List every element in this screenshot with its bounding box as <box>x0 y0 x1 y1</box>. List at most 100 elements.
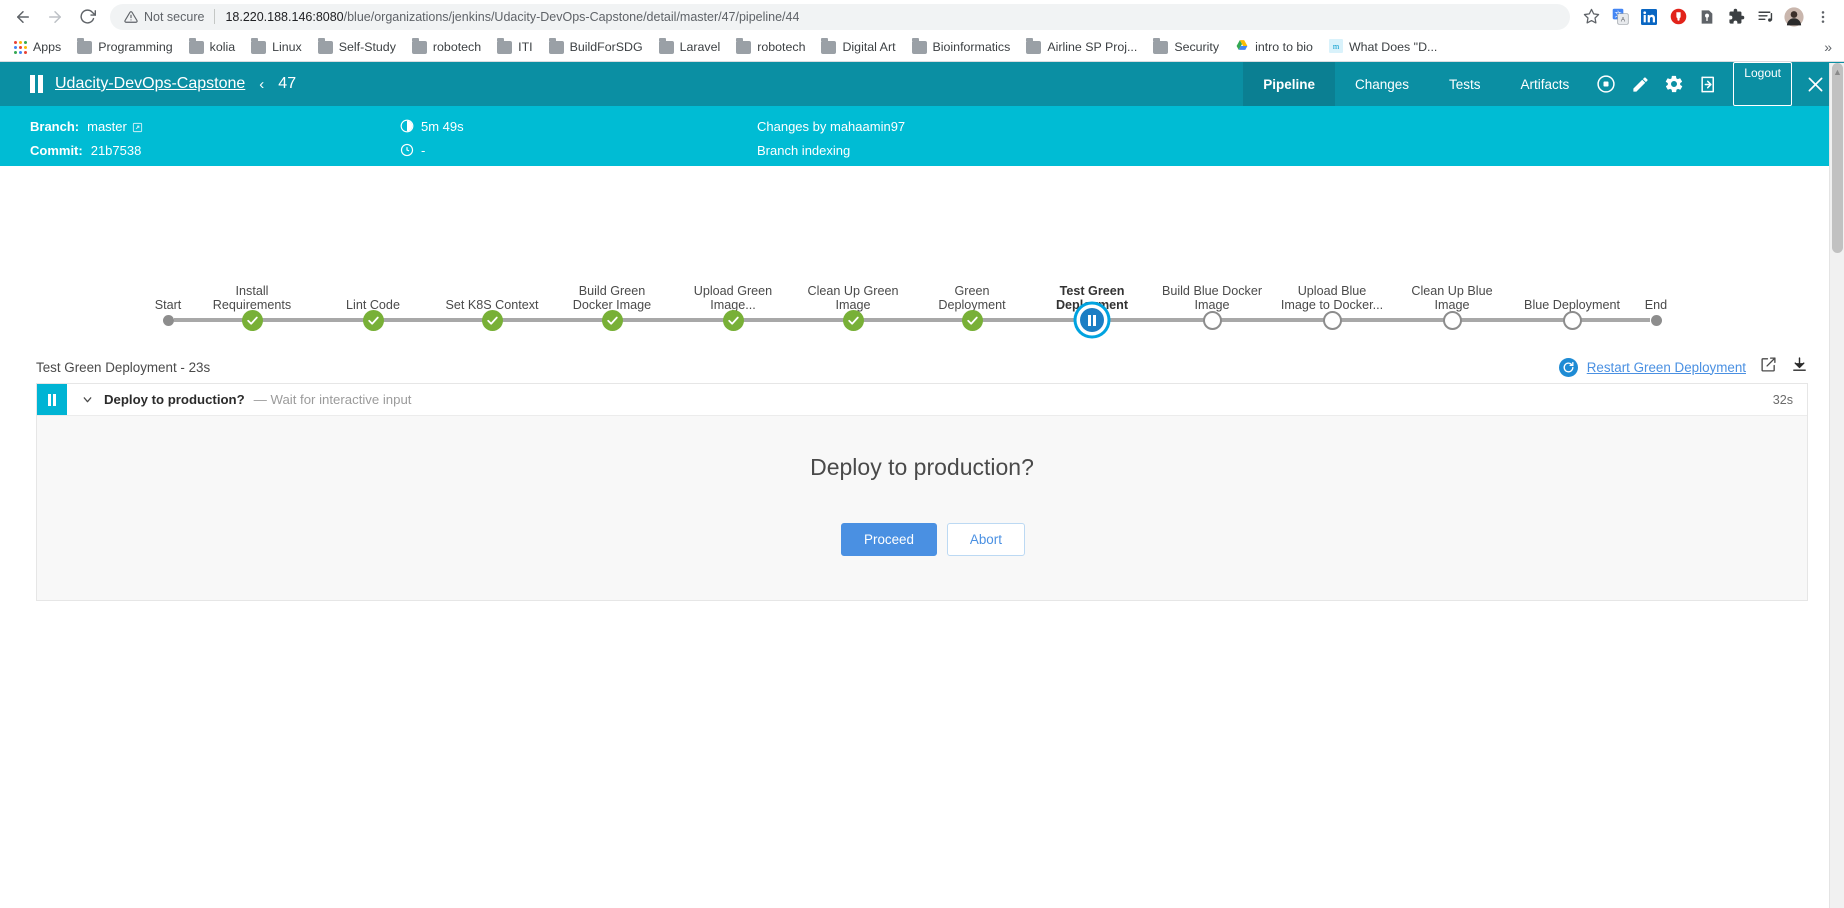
linkedin-icon[interactable] <box>1636 4 1662 30</box>
bookmark-airline-sp-proj[interactable]: Airline SP Proj... <box>1018 37 1145 57</box>
bookmark-self-study[interactable]: Self-Study <box>310 37 404 57</box>
bookmark-kolia[interactable]: kolia <box>181 37 243 57</box>
open-external-icon[interactable] <box>1760 356 1777 378</box>
commit-value[interactable]: 21b7538 <box>91 143 142 158</box>
bookmark-buildforsdg[interactable]: BuildForSDG <box>541 37 651 57</box>
folder-icon <box>251 38 267 54</box>
pipeline-stage[interactable]: Lint Code <box>313 166 433 335</box>
abort-button[interactable]: Abort <box>946 523 1025 556</box>
bookmark-label: Self-Study <box>338 40 396 54</box>
duration-icon <box>400 119 414 136</box>
forward-arrow-icon[interactable] <box>40 2 70 32</box>
pipeline-node-pending[interactable] <box>1557 305 1587 335</box>
profile-avatar[interactable] <box>1781 4 1807 30</box>
pipeline-node-pending[interactable] <box>1437 305 1467 335</box>
pipeline-node-terminal[interactable] <box>153 305 183 335</box>
step-row[interactable]: Deploy to production? — Wait for interac… <box>37 384 1807 416</box>
tab-pipeline[interactable]: Pipeline <box>1243 62 1335 106</box>
stop-circle-icon[interactable] <box>1589 62 1623 106</box>
chevron-down-icon[interactable] <box>67 384 104 415</box>
pipeline-stage[interactable]: End <box>1596 166 1716 335</box>
pipeline-stage[interactable]: Set K8S Context <box>432 166 552 335</box>
bookmark-apps[interactable]: Apps <box>6 37 69 57</box>
pipeline-node-success[interactable] <box>477 305 507 335</box>
pipeline-stage[interactable]: Build Blue Docker Image <box>1152 166 1272 335</box>
bookmark-bioinformatics[interactable]: Bioinformatics <box>904 37 1019 57</box>
project-name-link[interactable]: Udacity-DevOps-Capstone <box>55 75 245 93</box>
bookmark-what-does-d[interactable]: m What Does "D... <box>1321 36 1445 59</box>
bookmark-label: Apps <box>33 40 62 54</box>
adblock-icon[interactable] <box>1665 4 1691 30</box>
pipeline-node-terminal[interactable] <box>1641 305 1671 335</box>
download-icon[interactable] <box>1791 356 1808 378</box>
chrome-menu-icon[interactable] <box>1810 4 1836 30</box>
extensions-puzzle-icon[interactable] <box>1723 4 1749 30</box>
bookmark-intro-to-bio[interactable]: intro to bio <box>1227 36 1321 58</box>
pipeline-node-success[interactable] <box>838 305 868 335</box>
page-scrollbar[interactable]: ▲ <box>1829 63 1844 908</box>
omnibox-divider <box>214 9 216 24</box>
bookmark-robotech-2[interactable]: robotech <box>728 37 813 57</box>
pipeline-graph-inner: Start Install Requirements Lint Code Set K8S… <box>0 166 1844 351</box>
external-link-icon[interactable] <box>132 121 143 136</box>
google-translate-icon[interactable]: 文A <box>1607 4 1633 30</box>
reload-icon[interactable] <box>72 2 102 32</box>
pipeline-node-paused[interactable] <box>1077 305 1107 335</box>
tab-changes[interactable]: Changes <box>1335 62 1429 106</box>
gear-icon[interactable] <box>1657 62 1691 106</box>
lastpass-icon[interactable] <box>1694 4 1720 30</box>
time-info: - <box>400 143 425 160</box>
edit-pencil-icon[interactable] <box>1623 62 1657 106</box>
not-secure-warning-icon <box>124 10 138 24</box>
pipeline-node-success[interactable] <box>237 305 267 335</box>
stage-log-section: Test Green Deployment - 23s Restart Gree… <box>0 351 1844 601</box>
step-subtitle: — Wait for interactive input <box>253 392 412 407</box>
playlist-icon[interactable] <box>1752 4 1778 30</box>
url-path: /blue/organizations/jenkins/Udacity-DevO… <box>343 9 800 24</box>
pipeline-stage[interactable]: Test Green Deployment <box>1032 166 1152 335</box>
folder-icon <box>317 38 333 54</box>
logout-button[interactable]: Logout <box>1733 62 1792 106</box>
step-title: Deploy to production? <box>104 392 245 407</box>
pipeline-node-success[interactable] <box>597 305 627 335</box>
pipeline-node-success[interactable] <box>957 305 987 335</box>
bookmark-robotech[interactable]: robotech <box>404 37 489 57</box>
page-scrollbar-thumb[interactable] <box>1832 63 1843 253</box>
pipeline-node-success[interactable] <box>718 305 748 335</box>
logout-arrow-icon[interactable] <box>1691 62 1725 106</box>
tab-tests[interactable]: Tests <box>1429 62 1501 106</box>
bookmark-security[interactable]: Security <box>1145 37 1227 57</box>
bookmark-linux[interactable]: Linux <box>243 37 310 57</box>
proceed-button[interactable]: Proceed <box>841 523 937 556</box>
scroll-up-arrow-icon[interactable]: ▲ <box>1833 67 1842 77</box>
restart-stage-link[interactable]: Restart Green Deployment <box>1558 357 1746 377</box>
pipeline-stage[interactable]: Build Green Docker Image <box>552 166 672 335</box>
pipeline-stage[interactable]: Clean Up Blue Image <box>1392 166 1512 335</box>
pipeline-stage[interactable]: Clean Up Green Image <box>793 166 913 335</box>
pipeline-stage[interactable]: Install Requirements <box>192 166 312 335</box>
bookmark-label: intro to bio <box>1255 40 1313 54</box>
folder-icon <box>821 38 837 54</box>
bookmarks-bar: Apps Programming kolia Linux Self-Study … <box>0 33 1844 62</box>
tab-artifacts[interactable]: Artifacts <box>1501 62 1590 106</box>
bookmark-iti[interactable]: ITI <box>489 37 540 57</box>
pipeline-stage[interactable]: Upload Blue Image to Docker... <box>1272 166 1392 335</box>
back-arrow-icon[interactable] <box>8 2 38 32</box>
url-host: 18.220.188.146:8080 <box>225 9 344 24</box>
restart-circle-icon <box>1558 357 1578 377</box>
pipeline-stage[interactable]: Upload Green Image... <box>673 166 793 335</box>
step-duration: 32s <box>1772 392 1793 407</box>
clock-icon <box>400 143 414 160</box>
bookmark-laravel[interactable]: Laravel <box>651 37 729 57</box>
svg-text:m: m <box>1333 41 1340 50</box>
address-bar[interactable]: Not secure 18.220.188.146:8080/blue/orga… <box>110 3 1570 30</box>
pipeline-node-success[interactable] <box>358 305 388 335</box>
pipeline-stage[interactable]: Green Deployment <box>912 166 1032 335</box>
bookmark-programming[interactable]: Programming <box>69 37 180 57</box>
bookmark-digital-art[interactable]: Digital Art <box>813 37 903 57</box>
pipeline-node-pending[interactable] <box>1317 305 1347 335</box>
bookmarks-overflow-icon[interactable]: » <box>1824 39 1838 55</box>
changes-by: Changes by mahaamin97 <box>757 119 906 134</box>
pipeline-node-pending[interactable] <box>1197 305 1227 335</box>
bookmark-star-icon[interactable] <box>1578 4 1604 30</box>
